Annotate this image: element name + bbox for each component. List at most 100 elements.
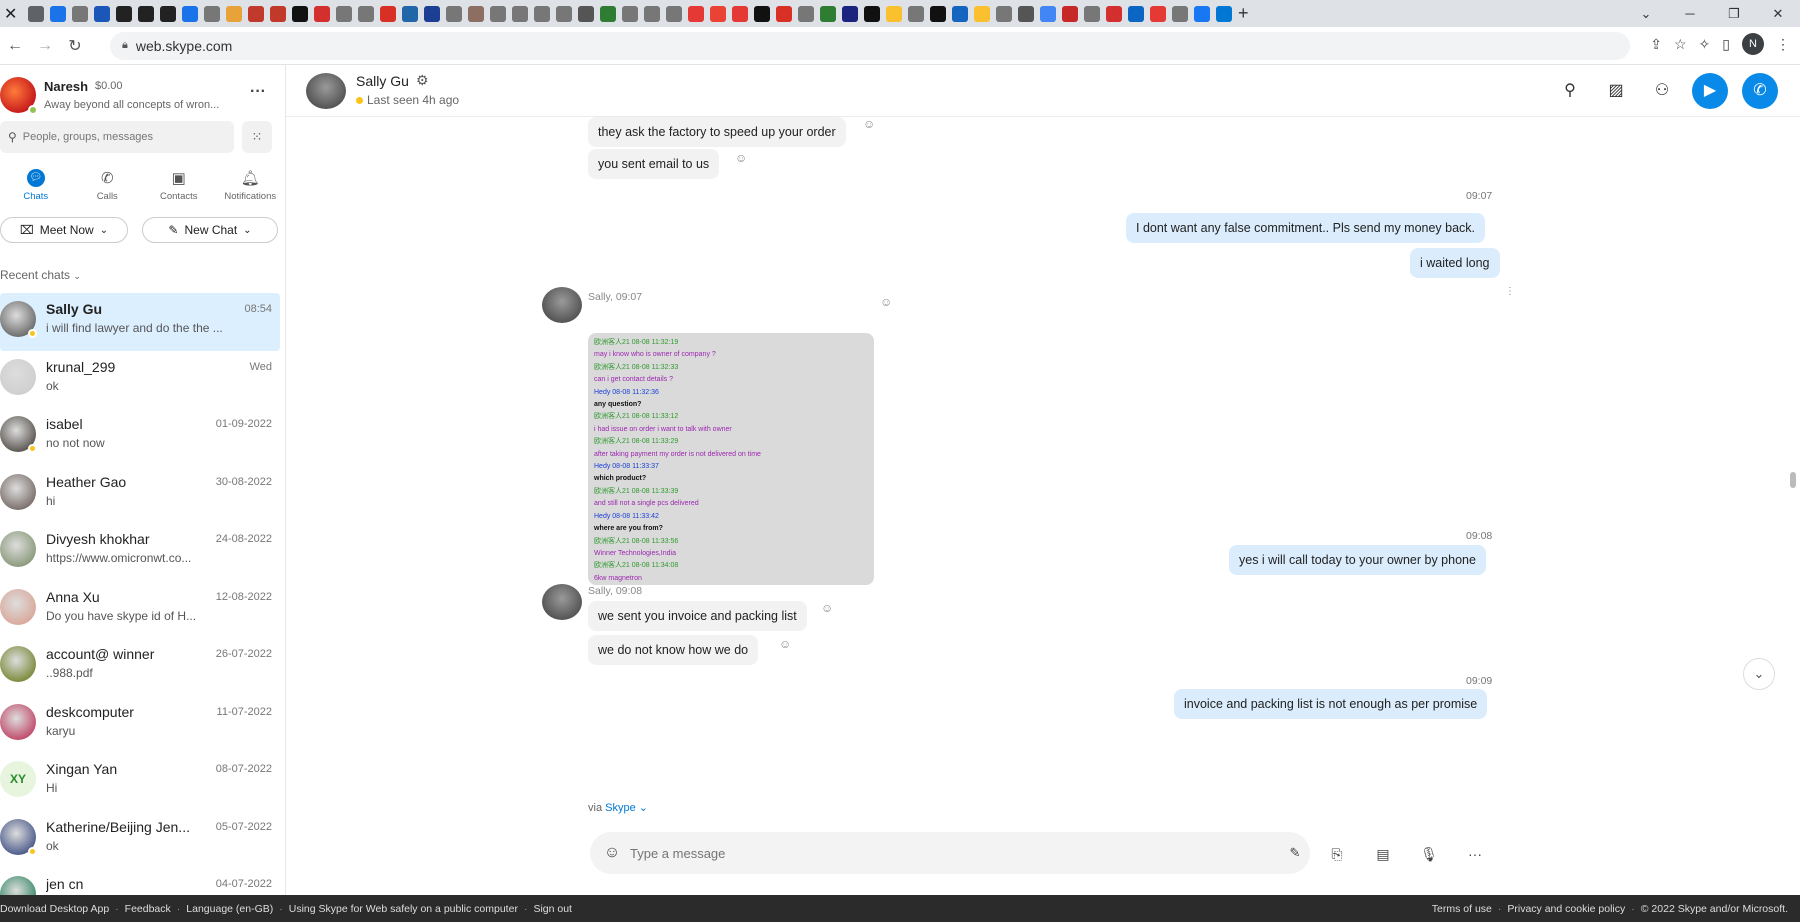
react-smile-icon[interactable]: ☺ <box>735 151 747 165</box>
chat-list-item[interactable]: Anna Xu 12-08-2022 Do you have skype id of… <box>0 581 280 639</box>
search-box[interactable]: ⚲ People, groups, messages <box>0 121 234 153</box>
outgoing-message[interactable]: yes i will call today to your owner by p… <box>1229 545 1486 575</box>
chat-avatar[interactable] <box>0 876 36 895</box>
gallery-icon[interactable]: ▨ <box>1600 75 1632 107</box>
footer-link[interactable]: Using Skype for Web safely on a public c… <box>289 903 518 915</box>
tab-favicon[interactable] <box>292 5 308 22</box>
meet-now-button[interactable]: ⌧ Meet Now ⌄ <box>0 217 128 243</box>
tab-notifications[interactable]: 🔔︎ Notifications <box>215 169 286 209</box>
tab-favicon[interactable] <box>314 5 330 22</box>
incoming-message[interactable]: we do not know how we do <box>588 635 759 665</box>
tab-favicon[interactable] <box>358 5 374 22</box>
new-chat-button[interactable]: ✎ New Chat ⌄ <box>142 217 278 243</box>
tab-favicon[interactable] <box>424 5 440 22</box>
chevron-down-icon[interactable]: ⌄ <box>639 802 648 814</box>
tab-favicon[interactable] <box>820 5 836 22</box>
tab-favicon[interactable] <box>116 5 132 22</box>
tab-favicon[interactable] <box>644 5 660 22</box>
tab-favicon[interactable] <box>446 5 462 22</box>
add-people-icon[interactable]: ⚇ <box>1646 75 1678 107</box>
skype-credit[interactable]: $0.00 <box>95 80 123 92</box>
chat-list-item[interactable]: Divyesh khokhar 24-08-2022 https://www.omi… <box>0 523 280 581</box>
chat-list-item[interactable]: XY Xingan Yan 08-07-2022 Hi <box>0 753 280 811</box>
dialpad-icon[interactable]: ⁙ <box>242 121 272 153</box>
footer-link[interactable]: © 2022 Skype and/or Microsoft. <box>1641 903 1788 915</box>
chat-list-item[interactable]: krunal_299 Wed ok <box>0 351 280 409</box>
tab-favicon[interactable] <box>1084 5 1100 22</box>
maximize-button[interactable]: ❐ <box>1712 6 1756 22</box>
my-profile[interactable]: Naresh $0.00 Away beyond all concepts of… <box>0 71 285 119</box>
chat-avatar[interactable] <box>0 531 36 567</box>
outgoing-message[interactable]: I dont want any false commitment.. Pls s… <box>1126 213 1486 243</box>
tab-favicon[interactable] <box>1062 5 1078 22</box>
chat-list-item[interactable]: jen cn 04-07-2022 <box>0 868 280 895</box>
footer-link[interactable]: Language (en-GB) <box>186 903 273 915</box>
contact-name[interactable]: Sally Gu <box>356 73 409 89</box>
recent-chats-header[interactable]: Recent chats ⌄ <box>0 268 81 282</box>
image-attachment[interactable]: 欧洲客人21 08-08 11:32:19 may i know who is o… <box>588 333 874 585</box>
tab-favicon[interactable] <box>270 5 286 22</box>
react-smile-icon[interactable]: ☺ <box>880 295 892 309</box>
tab-favicon[interactable] <box>600 5 616 22</box>
sender-avatar[interactable] <box>542 287 582 323</box>
tab-favicon[interactable] <box>402 5 418 22</box>
tab-search-icon[interactable]: ⌄ <box>1624 6 1668 22</box>
tab-favicon[interactable] <box>996 5 1012 22</box>
chat-list-item[interactable]: account@ winner 26-07-2022 ..988.pdf <box>0 638 280 696</box>
tab-favicon[interactable] <box>468 5 484 22</box>
chat-list-item[interactable]: Heather Gao 30-08-2022 hi <box>0 466 280 524</box>
tab-favicon[interactable] <box>908 5 924 22</box>
tab-favicon[interactable] <box>380 5 396 22</box>
tab-favicon[interactable] <box>556 5 572 22</box>
tab-chats[interactable]: 💬︎ Chats <box>0 169 72 209</box>
tab-favicon[interactable] <box>534 5 550 22</box>
tab-favicon[interactable] <box>28 5 44 22</box>
more-options-icon[interactable]: ··· <box>250 83 266 101</box>
attach-file-icon[interactable]: ⎘ <box>1320 839 1354 869</box>
tab-favicon[interactable] <box>1128 5 1144 22</box>
tab-favicon[interactable] <box>842 5 858 22</box>
back-arrow-icon[interactable]: ← <box>0 37 30 55</box>
tab-calls[interactable]: ✆ Calls <box>72 169 144 209</box>
tab-favicon[interactable] <box>732 5 748 22</box>
via-skype-link[interactable]: Skype <box>605 802 636 814</box>
close-tab-icon[interactable]: ✕ <box>4 4 17 24</box>
tab-contacts[interactable]: ▣ Contacts <box>143 169 215 209</box>
close-window-button[interactable]: ✕ <box>1756 6 1800 22</box>
react-smile-icon[interactable]: ☺ <box>821 601 833 615</box>
tab-favicon[interactable] <box>1018 5 1034 22</box>
chat-avatar[interactable] <box>0 703 36 740</box>
tab-favicon[interactable] <box>974 5 990 22</box>
bookmark-star-icon[interactable]: ☆ <box>1674 36 1687 53</box>
audio-call-button[interactable]: ✆ <box>1742 73 1778 109</box>
chat-list-item[interactable]: Katherine/Beijing Jen... 05-07-2022 ok <box>0 811 280 869</box>
forward-arrow-icon[interactable]: → <box>30 37 60 55</box>
video-call-button[interactable]: ▶ <box>1692 73 1728 109</box>
tab-favicon[interactable] <box>138 5 154 22</box>
tab-favicon[interactable] <box>160 5 176 22</box>
incoming-message[interactable]: we sent you invoice and packing list <box>588 601 807 631</box>
react-smile-icon[interactable]: ☺ <box>863 117 875 131</box>
tab-favicon[interactable] <box>754 5 770 22</box>
react-smile-icon[interactable]: ☺ <box>779 637 791 651</box>
scrollbar-thumb[interactable] <box>1790 472 1796 488</box>
tab-favicon[interactable] <box>952 5 968 22</box>
microphone-icon[interactable]: 🎙︎ <box>1412 839 1446 869</box>
tab-favicon[interactable] <box>776 5 792 22</box>
footer-link[interactable]: Sign out <box>533 903 572 915</box>
tab-favicon[interactable] <box>864 5 880 22</box>
tab-favicon[interactable] <box>886 5 902 22</box>
chat-list-item[interactable]: Sally Gu 08:54 i will find lawyer and do t… <box>0 293 280 351</box>
tab-favicon[interactable] <box>94 5 110 22</box>
extensions-icon[interactable]: ✧ <box>1699 36 1711 53</box>
search-input[interactable]: People, groups, messages <box>23 131 153 143</box>
tab-favicon[interactable] <box>1040 5 1056 22</box>
tab-favicon[interactable] <box>798 5 814 22</box>
profile-avatar[interactable]: N <box>1742 33 1764 55</box>
outgoing-message[interactable]: invoice and packing list is not enough a… <box>1174 689 1488 719</box>
browser-menu-icon[interactable]: ⋮ <box>1776 36 1790 53</box>
outgoing-message[interactable]: i waited long <box>1410 248 1500 278</box>
tab-favicon[interactable] <box>710 5 726 22</box>
share-icon[interactable]: ⇪ <box>1650 36 1662 53</box>
chat-avatar[interactable]: XY <box>0 761 36 797</box>
